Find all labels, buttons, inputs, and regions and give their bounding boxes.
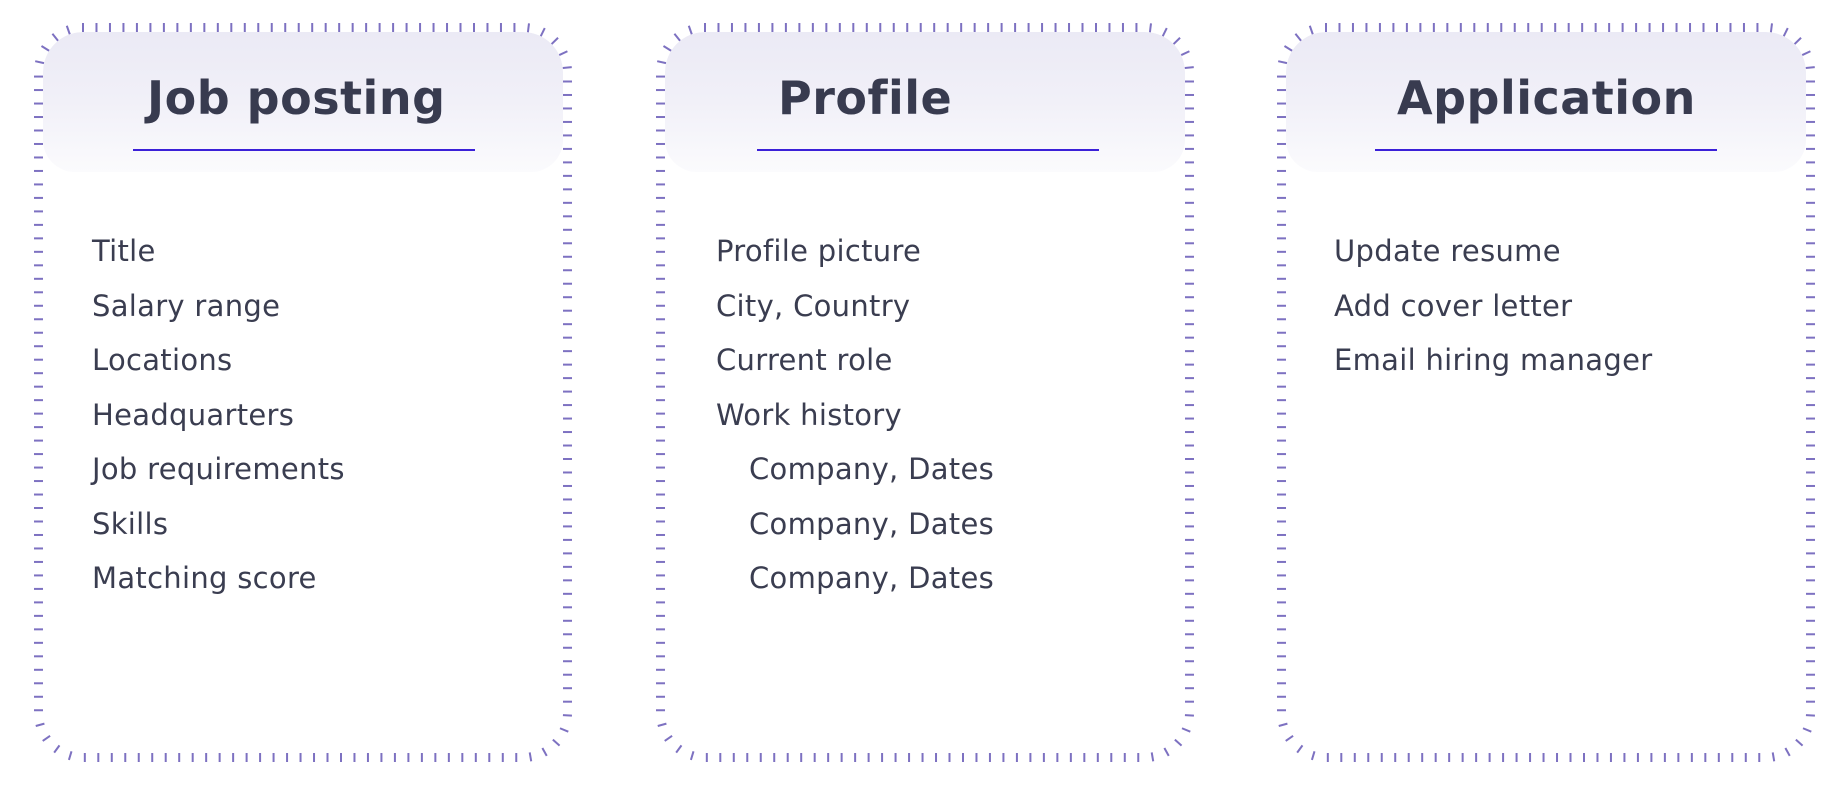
border-tick (541, 747, 548, 757)
border-tick (687, 25, 693, 35)
title-underline (757, 149, 1099, 151)
border-tick (558, 50, 568, 56)
border-tick (1150, 752, 1155, 762)
list-item: Job requirements (92, 452, 345, 486)
list-item: Headquarters (92, 397, 295, 432)
field-list: Update resume Add cover letter Email hir… (1334, 224, 1652, 388)
border-tick (1161, 27, 1168, 37)
card-profile: Profile Profile picture City, Country Cu… (656, 23, 1194, 762)
border-tick (1277, 60, 1288, 65)
border-tick (657, 722, 667, 727)
border-tick (1148, 23, 1152, 33)
border-tick (1181, 727, 1191, 733)
card-title: Application (1397, 71, 1696, 125)
border-tick (675, 744, 683, 754)
border-tick (1795, 738, 1804, 747)
border-tick (526, 23, 530, 33)
border-tick (1771, 752, 1776, 762)
list-item: Salary range (92, 288, 281, 323)
list-item: Update resume (1334, 234, 1561, 268)
field-list: Profile picture City, Country Current ro… (716, 224, 994, 606)
border-tick (539, 27, 546, 37)
list-item: Email hiring manager (1334, 343, 1653, 377)
title-underline (1375, 149, 1717, 151)
border-tick (1174, 738, 1183, 747)
border-tick (1801, 50, 1811, 56)
card-background (1286, 32, 1806, 753)
border-tick (1310, 751, 1316, 761)
list-item: Title (92, 234, 156, 268)
border-tick (552, 738, 561, 747)
border-tick (1308, 25, 1314, 35)
list-item: Locations (92, 343, 233, 377)
border-tick (1184, 66, 1194, 70)
border-tick (67, 751, 73, 761)
list-item: Profile picture (716, 234, 922, 268)
field-list: Title Salary range Locations Headquarter… (92, 224, 345, 606)
border-tick (528, 752, 533, 762)
border-tick (656, 60, 667, 65)
border-tick (1172, 37, 1181, 45)
border-tick (664, 734, 673, 742)
list-item: Add cover letter (1334, 288, 1573, 323)
list-item: Work history (716, 397, 902, 432)
card-title: Job posting (147, 71, 446, 125)
border-tick (559, 727, 569, 733)
border-tick (42, 734, 51, 742)
border-tick (1805, 66, 1815, 70)
list-item: City, Country (716, 288, 911, 323)
list-item-indented: Company, Dates (749, 452, 995, 486)
border-tick (1769, 23, 1773, 33)
border-tick (1278, 722, 1288, 727)
border-tick (550, 37, 559, 45)
border-tick (1180, 50, 1190, 56)
list-item: Current role (716, 343, 893, 377)
border-tick (34, 60, 45, 65)
border-tick (689, 751, 695, 761)
border-tick (65, 25, 71, 35)
card-job-posting: Job posting Title Salary range Locations… (34, 23, 572, 762)
border-tick (1296, 744, 1304, 754)
border-tick (562, 66, 572, 70)
list-item: Skills (92, 506, 169, 541)
border-tick (1285, 734, 1294, 742)
border-tick (1782, 27, 1789, 37)
border-tick (1784, 747, 1791, 757)
list-item-indented: Company, Dates (749, 561, 995, 595)
list-item: Matching score (92, 561, 317, 595)
card-application: Application Update resume Add cover lett… (1277, 23, 1815, 762)
list-item-indented: Company, Dates (749, 506, 995, 541)
border-tick (1163, 747, 1170, 757)
title-underline (133, 149, 475, 151)
card-title: Profile (778, 71, 953, 125)
border-tick (35, 722, 45, 727)
border-tick (53, 744, 61, 754)
border-tick (1802, 727, 1812, 733)
border-tick (1793, 37, 1802, 45)
